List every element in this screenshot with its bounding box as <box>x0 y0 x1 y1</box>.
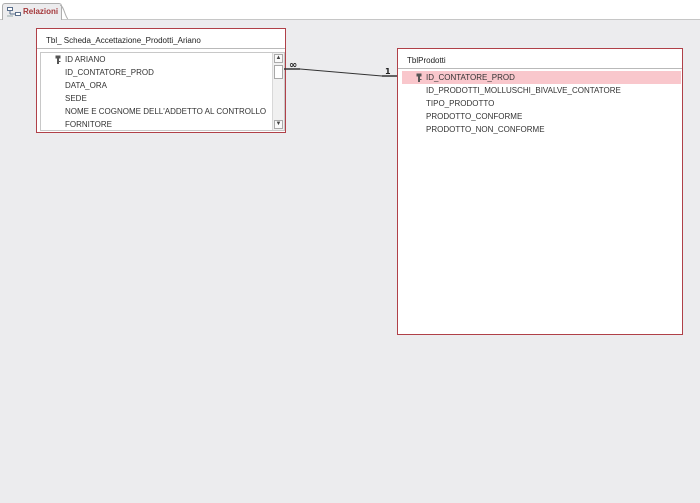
one-symbol: 1 <box>385 67 391 76</box>
document-tabstrip: Relazioni <box>0 0 700 20</box>
tab-relazioni[interactable]: Relazioni <box>2 3 62 20</box>
tab-label: Relazioni <box>23 7 59 16</box>
tab-curve <box>60 5 68 19</box>
relationships-icon <box>7 7 21 17</box>
relationship-line[interactable]: ∞ 1 <box>0 20 700 503</box>
relationships-canvas[interactable]: Tbl_ Scheda_Accettazione_Prodotti_Ariano… <box>0 20 700 503</box>
relationship-connector[interactable] <box>299 68 383 77</box>
many-symbol: ∞ <box>289 60 297 71</box>
